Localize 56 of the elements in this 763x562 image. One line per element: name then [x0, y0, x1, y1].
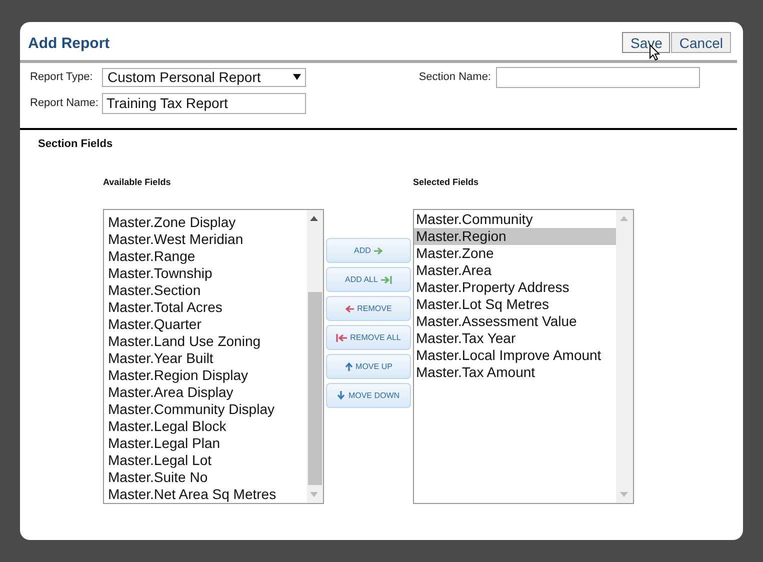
selected-fields-list[interactable]: Master.Community Master.Region Master.Zone Master.Area Master.Property Address Master.Lot Sq Metres Master.Assessment Value Master.Tax Year Master.Local Improve Amount Master.Tax Amount [413, 208, 634, 504]
list-item[interactable]: Master.Suite No [106, 468, 307, 486]
list-item[interactable]: Master.Township [106, 264, 307, 282]
scrollbar[interactable] [616, 210, 633, 502]
list-item[interactable]: Master.Community Display [106, 400, 307, 418]
arrow-to-bar-icon [336, 334, 348, 342]
list-item[interactable]: Master.Assessment Value [414, 312, 616, 330]
list-item[interactable]: Master.Property Address [414, 278, 616, 296]
list-item[interactable]: Master.Local Improve Amount [414, 346, 616, 364]
caret-icon [293, 74, 302, 80]
list-item[interactable]: Master.Lot Sq Metres [414, 296, 616, 312]
list-item[interactable]: Master.Zone Display [106, 214, 307, 230]
list-item[interactable]: Master.Quarter [106, 316, 307, 332]
field-label: Section Name: [418, 70, 491, 85]
transfer-button[interactable]: REMOVE [326, 296, 411, 321]
list-item[interactable]: Master.Legal Lot [106, 452, 307, 468]
left-arrow-icon [345, 304, 354, 312]
dialog-button[interactable]: Cancel [671, 32, 731, 54]
transfer-button[interactable]: ADD [326, 238, 411, 263]
list-item[interactable]: Master.Area Display [106, 384, 307, 400]
up-arrow-icon [344, 362, 353, 371]
transfer-button[interactable]: MOVE DOWN [326, 383, 411, 408]
list-label: Available Fields [103, 176, 172, 189]
list-item[interactable]: Master.Year Built [106, 350, 307, 366]
list-item[interactable]: Master.Community [414, 210, 616, 228]
list-item[interactable]: Master.Zone [414, 244, 616, 262]
dropdown-value: Custom Personal Report [107, 68, 261, 87]
arrow-to-bar-icon [380, 276, 392, 284]
list-item[interactable]: Master.Area [414, 262, 616, 278]
list-item[interactable]: Master.Land Use Zoning [106, 332, 307, 350]
section-name-field[interactable] [496, 66, 700, 88]
field-label: Report Name: [30, 96, 98, 111]
list-label: Selected Fields [413, 176, 480, 189]
scrollbar[interactable] [307, 210, 323, 502]
list-item[interactable]: Master.Legal Block [106, 418, 307, 434]
list-item[interactable]: Master.Tax Amount [414, 364, 616, 380]
list-item[interactable]: Master.Tax Year [414, 330, 616, 346]
list-item[interactable]: Master.Region Display [106, 366, 307, 384]
available-fields-list[interactable] [103, 208, 324, 504]
report-name-field[interactable]: Training Tax Report [102, 92, 306, 114]
list-item[interactable]: Master.Legal Plan [106, 434, 307, 452]
list-item[interactable]: Master.Net Area Sq Metres [106, 486, 307, 502]
list-item[interactable]: Master.Region [414, 228, 616, 244]
report-type-dropdown[interactable]: Custom Personal Report [102, 68, 306, 86]
down-arrow-icon [337, 391, 346, 400]
transfer-button[interactable]: REMOVE ALL [326, 325, 411, 350]
field-label: Report Type: [30, 70, 94, 85]
list-item[interactable]: Master.West Meridian [106, 230, 307, 248]
list-item[interactable]: Master.Range [106, 248, 307, 264]
right-arrow-icon [374, 246, 383, 254]
dialog-title: Add Report [28, 34, 110, 54]
section-heading: Section Fields [37, 136, 114, 152]
list-item[interactable]: Master.Section [106, 282, 307, 298]
list-item[interactable]: Master.Total Acres [106, 298, 307, 316]
transfer-button[interactable]: MOVE UP [326, 354, 411, 379]
transfer-button[interactable]: ADD ALL [326, 267, 411, 292]
